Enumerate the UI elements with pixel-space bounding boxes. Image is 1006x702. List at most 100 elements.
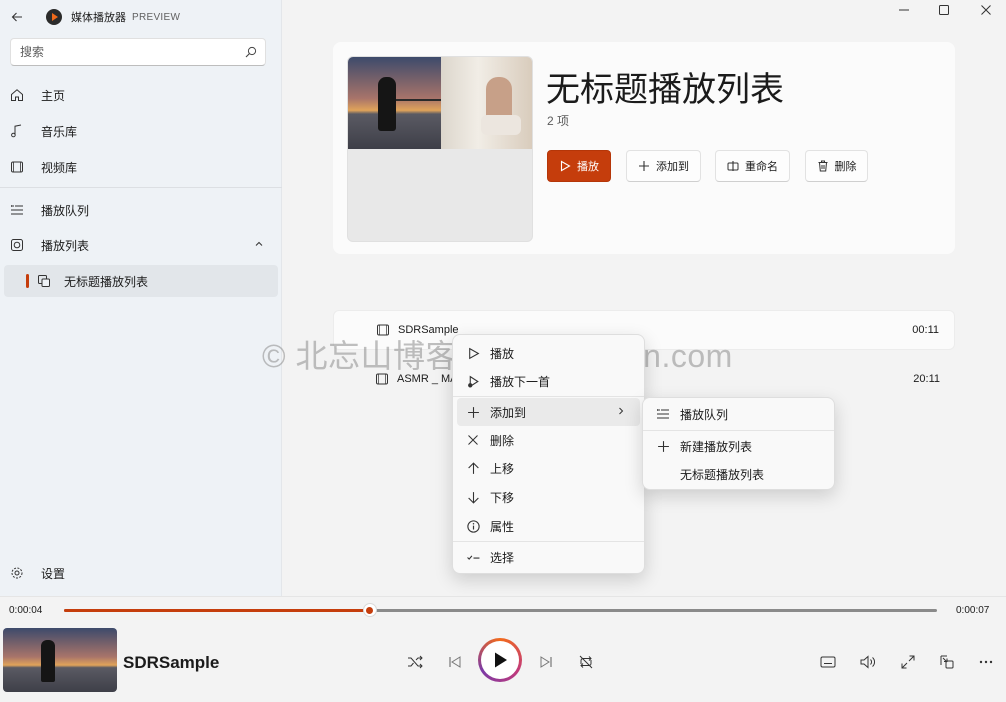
title-bar: 媒体播放器 PREVIEW	[0, 0, 282, 34]
repeat-off-icon	[579, 655, 593, 669]
mini-player-button[interactable]	[932, 647, 962, 677]
nav-label-settings: 设置	[41, 566, 66, 581]
plus-icon	[465, 404, 481, 420]
volume-icon	[860, 655, 875, 669]
rename-button-label: 重命名	[745, 161, 778, 173]
close-button[interactable]	[966, 0, 1006, 20]
app-logo-icon	[46, 9, 62, 25]
sidebar-divider	[0, 187, 282, 188]
submenu-item-untitled-playlist[interactable]: 无标题播放列表	[647, 460, 830, 488]
shuffle-icon	[408, 655, 423, 669]
nav-label-home: 主页	[41, 88, 66, 103]
volume-button[interactable]	[853, 647, 883, 677]
menu-item-properties[interactable]: 属性	[457, 512, 640, 540]
captions-icon	[820, 656, 836, 668]
play-button-label: 播放	[577, 161, 599, 173]
submenu-item-new-playlist[interactable]: 新建播放列表	[647, 432, 830, 460]
nav-label-playlists: 播放列表	[41, 238, 90, 253]
skip-next-icon	[540, 656, 552, 668]
arrow-down-icon	[465, 489, 481, 505]
delete-button[interactable]: 删除	[805, 150, 868, 182]
shuffle-button[interactable]	[400, 647, 430, 677]
repeat-button[interactable]	[571, 647, 601, 677]
queue-list-icon	[655, 406, 671, 422]
app-preview-tag: PREVIEW	[132, 11, 181, 23]
submenu-item-label: 播放队列	[680, 407, 729, 422]
menu-item-label: 添加到	[490, 405, 527, 420]
rename-button[interactable]: 重命名	[715, 150, 790, 182]
seek-bar[interactable]	[64, 603, 937, 617]
search-icon[interactable]	[237, 39, 265, 65]
submenu-item-queue[interactable]: 播放队列	[647, 400, 830, 428]
add-to-button[interactable]: 添加到	[626, 150, 701, 182]
more-options-button[interactable]	[971, 647, 1001, 677]
menu-item-label: 删除	[490, 433, 515, 448]
menu-item-label: 下移	[490, 490, 515, 505]
artwork-thumbnail-sunset	[348, 57, 441, 149]
submenu-item-label: 无标题播放列表	[680, 467, 765, 482]
next-button[interactable]	[531, 647, 561, 677]
back-button[interactable]	[2, 2, 32, 32]
artwork-thumbnail-portrait	[441, 57, 532, 149]
nav-item-untitled-playlist[interactable]: 无标题播放列表	[4, 265, 278, 297]
music-note-icon	[9, 123, 25, 139]
maximize-icon	[939, 5, 949, 15]
add-to-button-label: 添加到	[656, 161, 689, 173]
nav-item-playlists[interactable]: 播放列表	[4, 229, 278, 261]
menu-item-select[interactable]: 选择	[457, 543, 640, 571]
nav-label-queue: 播放队列	[41, 203, 90, 218]
menu-item-label: 选择	[490, 550, 515, 565]
plus-icon	[655, 438, 671, 454]
now-playing-title[interactable]: SDRSample	[123, 653, 219, 673]
menu-separator	[643, 430, 834, 431]
menu-separator	[453, 541, 644, 542]
menu-item-label: 属性	[490, 519, 515, 534]
menu-item-play-next[interactable]: 播放下一首	[457, 367, 640, 395]
menu-item-label: 播放下一首	[490, 374, 551, 389]
seek-bar-progress	[64, 609, 370, 612]
home-icon	[9, 87, 25, 103]
plus-icon	[638, 160, 650, 172]
rename-icon	[727, 160, 739, 172]
now-playing-thumbnail[interactable]	[3, 628, 117, 692]
menu-item-add-to[interactable]: 添加到	[457, 398, 640, 426]
play-next-icon	[465, 373, 481, 389]
select-checklist-icon	[465, 549, 481, 565]
captions-button[interactable]	[813, 647, 843, 677]
mini-player-icon	[940, 655, 954, 669]
delete-button-label: 删除	[834, 161, 857, 173]
menu-item-move-up[interactable]: 上移	[457, 454, 640, 482]
nav-label-untitled-playlist: 无标题播放列表	[64, 274, 149, 289]
play-button[interactable]: 播放	[547, 150, 611, 182]
menu-item-move-down[interactable]: 下移	[457, 483, 640, 511]
menu-item-play[interactable]: 播放	[457, 339, 640, 367]
chevron-right-icon	[619, 407, 624, 415]
seek-bar-thumb[interactable]	[362, 603, 377, 617]
nav-item-queue[interactable]: 播放队列	[4, 194, 278, 226]
close-icon	[981, 5, 991, 15]
add-to-submenu: 播放队列 新建播放列表 无标题播放列表	[642, 397, 835, 490]
app-name: 媒体播放器	[71, 12, 126, 24]
nav-label-music: 音乐库	[41, 124, 78, 139]
menu-item-label: 上移	[490, 461, 515, 476]
search-box	[10, 38, 266, 66]
playlist-media-icon	[36, 273, 52, 289]
nav-item-music[interactable]: 音乐库	[4, 115, 278, 147]
player-bar: 0:00:04 0:00:07 SDRSample	[0, 596, 1006, 702]
skip-previous-icon	[449, 656, 461, 668]
play-pause-button[interactable]	[478, 638, 522, 682]
menu-separator	[453, 396, 644, 397]
menu-item-delete[interactable]: 删除	[457, 426, 640, 454]
search-input[interactable]	[11, 39, 237, 65]
nav-item-settings[interactable]: 设置	[4, 557, 278, 589]
nav-item-home[interactable]: 主页	[4, 79, 278, 111]
total-time: 0:00:07	[956, 605, 990, 616]
track-duration: 20:11	[913, 373, 940, 385]
nav-item-video[interactable]: 视频库	[4, 151, 278, 183]
close-icon	[465, 432, 481, 448]
maximize-button[interactable]	[924, 0, 964, 20]
minimize-button[interactable]	[884, 0, 924, 20]
previous-button[interactable]	[440, 647, 470, 677]
fullscreen-button[interactable]	[893, 647, 923, 677]
back-arrow-icon	[11, 12, 22, 22]
